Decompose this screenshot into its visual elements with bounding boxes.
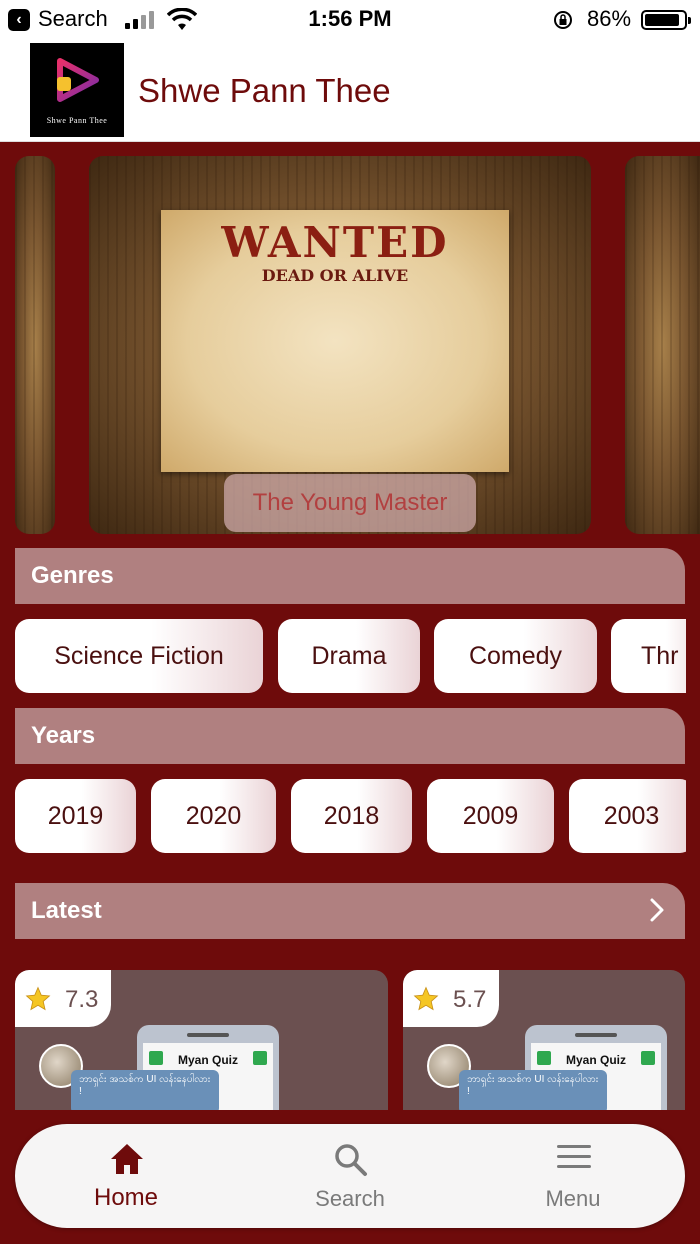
nav-search[interactable]: Search — [270, 1124, 430, 1228]
genres-title: Genres — [31, 562, 114, 589]
search-icon — [335, 1144, 367, 1176]
preview-bubble: ဘာရှင်း အသစ်က UI လန်းနေပါလား ! — [459, 1070, 607, 1110]
genres-list: Science Fiction Drama Comedy Thr — [0, 619, 686, 697]
app-title: Shwe Pann Thee — [138, 72, 391, 109]
genre-chip[interactable]: Thr — [611, 619, 686, 693]
years-title: Years — [31, 722, 96, 749]
poster-subline: DEAD OR ALIVE — [261, 266, 409, 285]
carousel-slide-next[interactable] — [625, 156, 700, 534]
genre-chip[interactable]: Science Fiction — [15, 619, 263, 693]
battery-icon — [641, 10, 691, 30]
latest-header[interactable]: Latest — [15, 883, 685, 939]
app-logo[interactable]: Shwe Pann Thee — [30, 43, 124, 137]
nav-home-label: Home — [93, 1184, 159, 1211]
poster-headline: WANTED — [221, 218, 449, 267]
slide-caption[interactable]: The Young Master — [224, 474, 476, 532]
play-logo-icon — [57, 58, 99, 102]
chevron-right-icon[interactable] — [649, 897, 665, 923]
year-chip[interactable]: 2018 — [291, 779, 412, 853]
years-header: Years — [15, 708, 685, 764]
home-icon — [111, 1144, 143, 1174]
genre-chip[interactable]: Drama — [278, 619, 420, 693]
latest-list: Myan Quiz ဘာရှင်း အသစ်က UI လန်းနေပါလား !… — [0, 970, 700, 1110]
bottom-navigation: Home Search Menu — [15, 1124, 685, 1228]
latest-title: Latest — [31, 897, 102, 924]
rating-badge: 5.7 — [403, 970, 499, 1027]
featured-carousel[interactable]: WANTED DEAD OR ALIVE The Young Master — [0, 142, 700, 542]
nav-home[interactable]: Home — [46, 1124, 206, 1228]
app-header: Shwe Pann Thee Shwe Pann Thee — [0, 38, 700, 142]
carousel-slide-prev[interactable] — [15, 156, 55, 534]
battery-percent: 86% — [587, 6, 632, 31]
year-chip[interactable]: 2009 — [427, 779, 554, 853]
carousel-slide-current[interactable]: WANTED DEAD OR ALIVE The Young Master — [89, 156, 591, 534]
year-chip[interactable]: 2003 — [569, 779, 686, 853]
movie-card[interactable]: Myan Quiz ဘာရှင်း အသစ်က UI လန်းနေပါလား !… — [15, 970, 388, 1110]
year-chip[interactable]: 2020 — [151, 779, 276, 853]
menu-icon — [557, 1145, 591, 1168]
nav-search-label: Search — [315, 1186, 385, 1211]
rating-badge: 7.3 — [15, 970, 111, 1027]
preview-bubble: ဘာရှင်း အသစ်က UI လန်းနေပါလား ! — [71, 1070, 219, 1110]
rating-value: 5.7 — [453, 986, 487, 1013]
movie-card[interactable]: Myan Quiz ဘာရှင်း အသစ်က UI လန်းနေပါလား !… — [403, 970, 685, 1110]
nav-menu[interactable]: Menu — [493, 1124, 653, 1228]
logo-text: Shwe Pann Thee — [46, 116, 108, 125]
movie-poster: WANTED DEAD OR ALIVE — [161, 210, 509, 472]
rating-value: 7.3 — [65, 986, 99, 1013]
genres-header: Genres — [15, 548, 685, 604]
genre-chip[interactable]: Comedy — [434, 619, 597, 693]
star-icon — [413, 986, 439, 1011]
star-icon — [25, 986, 51, 1011]
years-list: 2019 2020 2018 2009 2003 — [0, 779, 686, 857]
status-bar: ‹ Search 1:56 PM 86% — [0, 0, 700, 38]
nav-menu-label: Menu — [545, 1186, 601, 1211]
year-chip[interactable]: 2019 — [15, 779, 136, 853]
rotation-lock-icon — [554, 11, 572, 29]
